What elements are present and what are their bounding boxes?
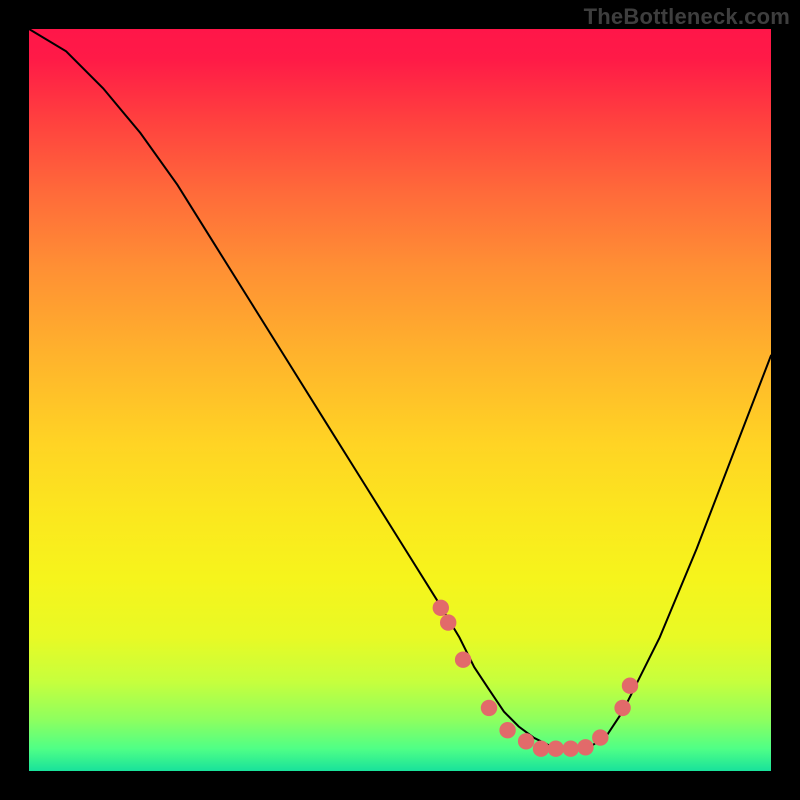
marker-dot — [518, 733, 534, 749]
marker-dot — [499, 722, 515, 738]
bottleneck-curve — [29, 29, 771, 749]
marker-dot — [481, 700, 497, 716]
curve-svg — [29, 29, 771, 771]
marker-dot — [433, 600, 449, 616]
chart-frame: TheBottleneck.com — [0, 0, 800, 800]
marker-dot — [614, 700, 630, 716]
marker-dot — [533, 741, 549, 757]
marker-dot — [548, 741, 564, 757]
watermark-text: TheBottleneck.com — [584, 4, 790, 30]
marker-dot — [563, 741, 579, 757]
marker-dot — [440, 614, 456, 630]
marker-dot — [622, 678, 638, 694]
marker-dot — [455, 652, 471, 668]
marker-dot — [577, 739, 593, 755]
marker-dot — [592, 729, 608, 745]
plot-area — [29, 29, 771, 771]
